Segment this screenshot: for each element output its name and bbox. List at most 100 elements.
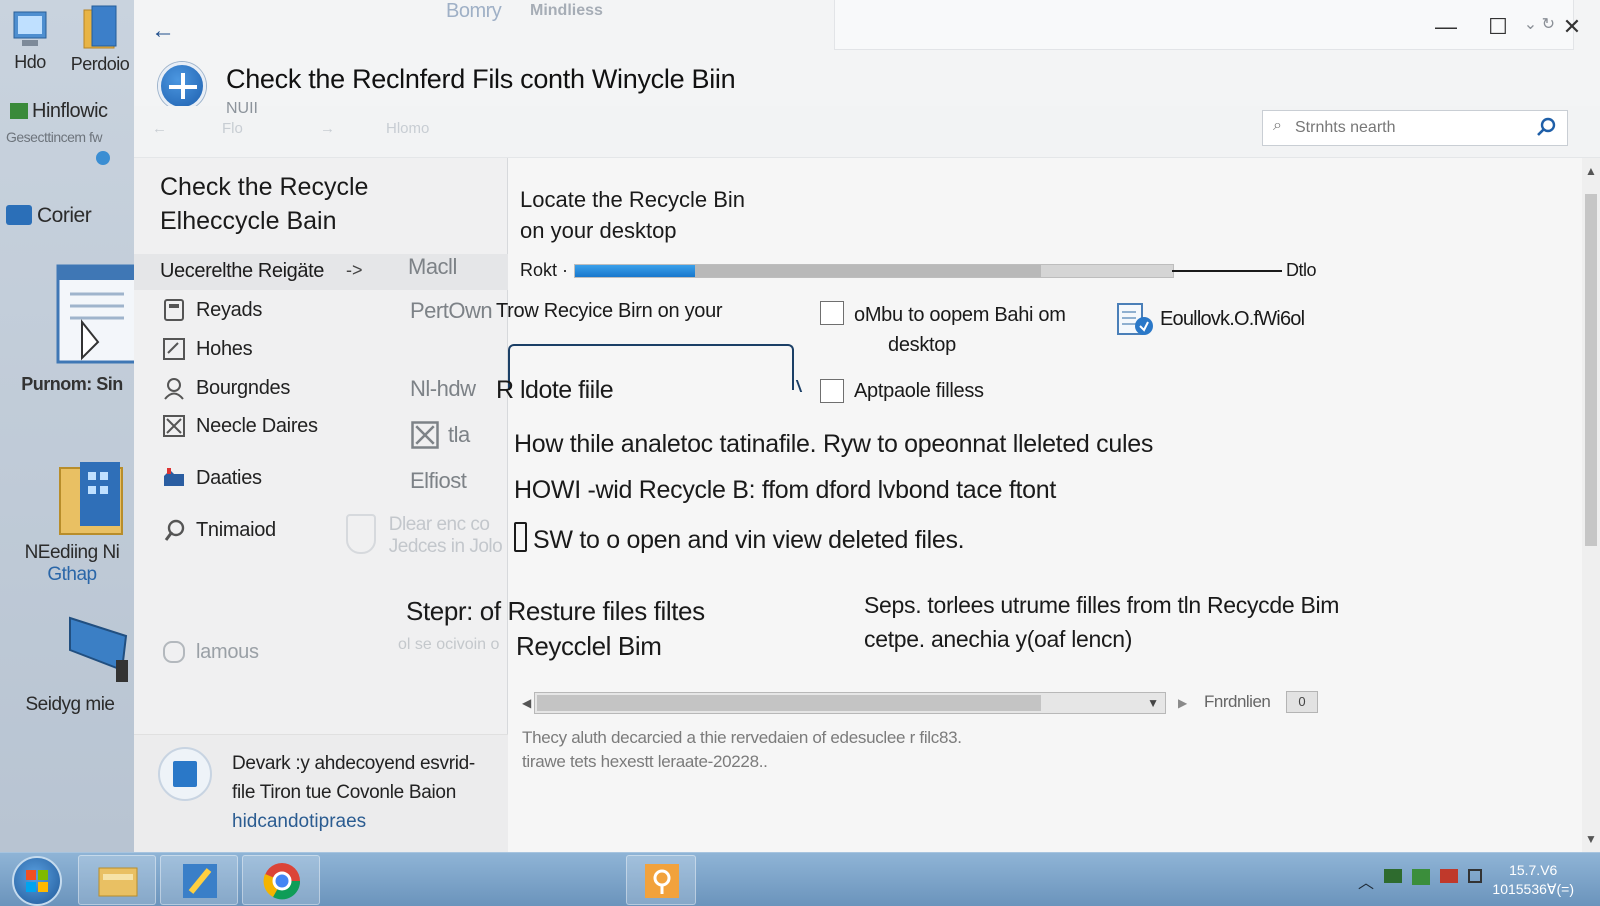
nav-item-reyads[interactable]: Reyads (162, 298, 262, 322)
footnote-line: Thecy aluth decarcied a thie rervedaien … (522, 728, 962, 747)
locate-file-text: R ldote fiile (496, 376, 614, 404)
desktop-icon-folder[interactable]: Perdoio (68, 4, 132, 75)
nav-faint-line: Dlear enc co (388, 514, 490, 535)
taskbar-explorer[interactable] (78, 855, 156, 905)
step-heading-line: on your desktop (520, 218, 677, 243)
title-bar: ← Bomry Mindliess ⌄ ↻ — ☐ ✕ Check the Re… (134, 0, 1600, 110)
folder-icon (83, 5, 117, 49)
desktop-icon-label: NEediing Ni (24, 542, 120, 563)
clock-date: 1015536Ɐ(=) (1492, 881, 1574, 897)
taskbar: ︿ 15.7.V6 1015536Ɐ(=) (0, 852, 1600, 906)
checkbox-box[interactable] (820, 301, 844, 325)
restore-note-line: cetpe. anechia y(oaf lencn) (864, 626, 1133, 652)
nav-item-daaties[interactable]: Daaties (162, 466, 262, 490)
nav-column-label: Elfiost (410, 468, 467, 493)
open-bin-checkbox[interactable]: oMbu to oopem Bahi om desktop (820, 300, 1066, 360)
nav-item-bourgndes[interactable]: Bourgndes (162, 376, 290, 400)
help-app-icon (183, 864, 217, 898)
back-button[interactable]: ← (148, 16, 178, 46)
scroll-thumb[interactable] (537, 695, 1041, 711)
help-link[interactable]: hidcandotipraes (232, 811, 366, 833)
forward-arrow-icon[interactable]: → (320, 120, 335, 137)
dropdown-toggle[interactable]: 0 (1286, 691, 1318, 713)
scroll-up-icon[interactable]: ▲ (1585, 164, 1597, 178)
taskbar-browser[interactable] (242, 855, 320, 905)
clock-time: 15.7.V6 (1509, 862, 1558, 878)
nav-item-tnimaiod[interactable]: Tnimaiod (162, 518, 276, 542)
search-input[interactable] (1295, 117, 1525, 139)
media-icon (645, 864, 679, 898)
instruction-line: HOWI -wid Recycle B: ffom dford lvbond t… (514, 476, 1057, 504)
chevron-down-icon[interactable]: ▼ (1147, 696, 1159, 710)
desktop-icon-corier[interactable]: Corier (6, 204, 130, 228)
vertical-scrollbar[interactable]: ▲ ▼ (1582, 158, 1600, 852)
start-button[interactable] (12, 856, 62, 906)
minimize-button[interactable]: — (1424, 10, 1468, 44)
help-panel: Devark :y ahdecoyend esvrid- file Tiron … (134, 734, 508, 852)
checkbox-box[interactable] (820, 379, 844, 403)
desktop-icon-sublabel: Gthap (47, 564, 97, 585)
flag-icon[interactable] (1440, 869, 1458, 883)
nav-item-neecle-daires[interactable]: Neecle Daires (162, 414, 318, 438)
desktop-icon-monitor[interactable]: Hinflowic Gesecttincem fw (6, 100, 134, 165)
battery-icon[interactable] (1412, 869, 1430, 885)
instruction-line: How thile analetoc tatinafile. Ryw to op… (514, 430, 1154, 458)
maximize-button[interactable]: ☐ (1476, 10, 1520, 44)
nav-item-label: Neecle Daires (196, 414, 318, 437)
progress-label: Rokt · (520, 260, 569, 280)
desktop-icon-document[interactable]: Purnom: Sin (10, 262, 138, 395)
nav-heading-line: Check the Recycle (160, 173, 369, 201)
scroll-left-icon[interactable]: ◀ (522, 696, 531, 710)
globe-icon (96, 151, 110, 165)
scroll-down-icon[interactable]: ▼ (1585, 832, 1597, 846)
restore-heading-line: Stepr: of Resture files filtes (406, 596, 705, 626)
desktop-icon-label: Hdo (14, 52, 46, 72)
windows-logo-icon (26, 870, 48, 892)
nav-heading-line: Elheccycle Bain (160, 207, 337, 235)
nav-item-selected[interactable]: Uecerelthe Reigäte -> Macll (134, 254, 508, 290)
document-icon[interactable] (1116, 302, 1154, 338)
network-icon[interactable] (1384, 869, 1402, 883)
scroll-dropdown[interactable]: ▼ (534, 692, 1166, 714)
search-icon: ⌕ (1273, 117, 1282, 134)
desktop-icon-label: Hinflowic (32, 100, 108, 122)
instruction-line-text: SW to o open and vin view deleted files. (533, 526, 965, 554)
progress-fill (575, 265, 695, 277)
desktop-icon-computer[interactable]: Hdo (6, 8, 54, 73)
desktop-icon-send[interactable]: Seidyg mie (8, 610, 132, 716)
scroll-thumb[interactable] (1585, 194, 1597, 546)
back-arrow-icon[interactable]: ← (152, 120, 167, 137)
faint-menu-home[interactable]: Hlomo (386, 120, 429, 137)
recycle-bin-icon (164, 299, 184, 321)
chrome-icon (263, 863, 301, 900)
nav-faint-text: Dlear enc co Jedces in Jolo (346, 514, 503, 558)
desktop-icon-folder-2[interactable]: NEediing Ni Gthap (10, 460, 134, 586)
desktop: Hdo Perdoio Hinflowic Gesecttincem fw Co… (0, 0, 138, 852)
clock[interactable]: 15.7.V6 1015536Ɐ(=) (1492, 861, 1574, 899)
nav-column-label: PertOwn (410, 298, 493, 323)
search-box[interactable]: ⌕ (1262, 110, 1568, 146)
ghost-title: Bomry (446, 0, 502, 22)
help-app-icon (158, 62, 206, 110)
nav-item-lamous[interactable]: lamous (162, 640, 259, 664)
applicable-files-checkbox[interactable]: Aptpaole filless (820, 378, 984, 404)
step-heading-line: Locate the Recycle Bin (520, 187, 746, 212)
restore-note: Seps. torlees utrume filles from tln Rec… (864, 588, 1339, 656)
volume-icon[interactable] (1468, 869, 1482, 883)
nav-item-label: Hohes (196, 337, 253, 360)
checkbox-icon (163, 338, 185, 360)
step-row-text: Trow Recyice Birn on your (496, 300, 723, 322)
chevron-up-icon[interactable]: ︿ (1358, 869, 1374, 893)
close-button[interactable]: ✕ (1550, 10, 1594, 44)
document-label[interactable]: Eoullovk.O.fWi6ol (1160, 308, 1305, 331)
nav-item-hohes[interactable]: Hohes (162, 337, 253, 361)
nav-column-label: tla (448, 422, 470, 447)
scroll-right-icon[interactable]: ▶ (1178, 696, 1187, 710)
search-icon[interactable] (1535, 115, 1559, 139)
faint-menu-file[interactable]: Flo (222, 120, 243, 137)
taskbar-app[interactable] (160, 855, 238, 905)
nav-item-label: Bourgndes (196, 376, 291, 399)
nav-item-selected-label: Uecerelthe Reigäte (160, 260, 325, 282)
taskbar-pinned[interactable] (626, 855, 696, 905)
page-title: Check the Reclnferd Fils conth Winycle B… (226, 64, 736, 94)
